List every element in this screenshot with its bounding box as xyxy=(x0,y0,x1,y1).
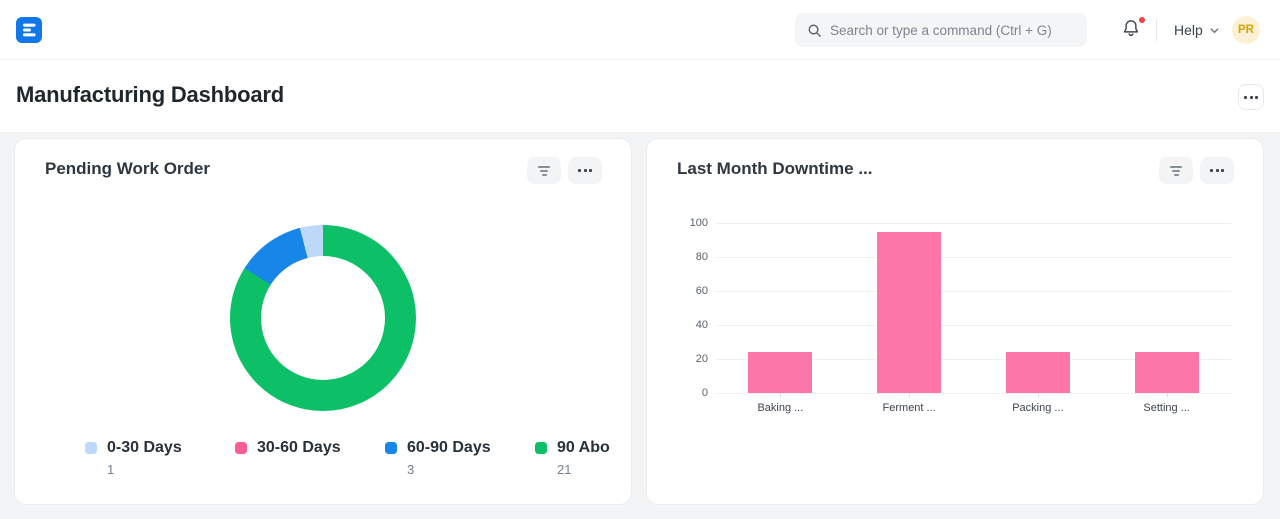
legend-item: 90 Abo 21 xyxy=(535,439,631,477)
help-label: Help xyxy=(1174,22,1203,38)
y-axis-tick-label: 0 xyxy=(662,387,708,399)
x-axis-tick xyxy=(1167,393,1168,397)
legend-label: 30-60 Days xyxy=(257,439,341,457)
chart-filter-button[interactable] xyxy=(1159,157,1193,184)
legend-swatch xyxy=(385,442,397,454)
x-axis-tick-label: Packing ... xyxy=(974,402,1103,414)
notification-dot xyxy=(1139,17,1145,23)
x-axis-tick xyxy=(780,393,781,397)
page-header: Manufacturing Dashboard xyxy=(0,60,1280,132)
ellipsis-icon xyxy=(1210,169,1213,172)
bar[interactable] xyxy=(1006,352,1070,393)
downtime-plot: 020406080100Baking ...Ferment ...Packing… xyxy=(716,223,1231,393)
card-actions xyxy=(527,157,602,184)
bar-column: Baking ... xyxy=(716,223,845,393)
y-axis-tick-label: 80 xyxy=(662,251,708,263)
legend-value xyxy=(257,462,385,477)
legend-value: 1 xyxy=(107,462,235,477)
chart-menu-button[interactable] xyxy=(1200,157,1234,184)
dashboard-content: Pending Work Order 0-30 Days 1 30- xyxy=(0,132,1280,519)
y-axis-tick-label: 20 xyxy=(662,353,708,365)
donut-legend: 0-30 Days 1 30-60 Days 60-90 Days 3 xyxy=(85,439,631,477)
legend-item: 60-90 Days 3 xyxy=(385,439,535,477)
bar[interactable] xyxy=(1135,352,1199,393)
legend-item: 0-30 Days 1 xyxy=(85,439,235,477)
x-axis-tick xyxy=(909,393,910,397)
filter-icon xyxy=(1170,166,1182,168)
page-title: Manufacturing Dashboard xyxy=(16,82,284,108)
legend-swatch xyxy=(235,442,247,454)
page-menu-button[interactable] xyxy=(1238,84,1264,110)
x-axis-tick-label: Ferment ... xyxy=(845,402,974,414)
ellipsis-icon xyxy=(1244,96,1247,99)
chart-filter-button[interactable] xyxy=(527,157,561,184)
card-title: Pending Work Order xyxy=(45,159,210,179)
y-axis-tick-label: 40 xyxy=(662,319,708,331)
y-axis-tick-label: 60 xyxy=(662,285,708,297)
legend-value: 3 xyxy=(407,462,535,477)
legend-item: 30-60 Days xyxy=(235,439,385,477)
global-search[interactable] xyxy=(795,13,1087,47)
erpnext-logo-icon xyxy=(16,17,42,43)
y-axis-tick-label: 100 xyxy=(662,217,708,229)
x-axis-tick-label: Baking ... xyxy=(716,402,845,414)
help-menu[interactable]: Help xyxy=(1174,20,1220,40)
x-axis-tick xyxy=(1038,393,1039,397)
app-logo[interactable] xyxy=(16,17,42,43)
ellipsis-icon xyxy=(578,169,581,172)
legend-value: 21 xyxy=(557,462,631,477)
x-axis-tick-label: Setting ... xyxy=(1102,402,1231,414)
bar-column: Setting ... xyxy=(1102,223,1231,393)
card-last-month-downtime: Last Month Downtime ... 020406080100Baki… xyxy=(646,138,1264,505)
search-input[interactable] xyxy=(830,23,1075,38)
pending-work-order-donut[interactable] xyxy=(230,225,416,411)
avatar-initials: PR xyxy=(1238,24,1254,36)
bar[interactable] xyxy=(748,352,812,393)
card-pending-work-order: Pending Work Order 0-30 Days 1 30- xyxy=(14,138,632,505)
bar[interactable] xyxy=(877,232,941,394)
legend-swatch xyxy=(535,442,547,454)
legend-swatch xyxy=(85,442,97,454)
legend-label: 0-30 Days xyxy=(107,439,182,457)
legend-label: 60-90 Days xyxy=(407,439,491,457)
chevron-down-icon xyxy=(1209,25,1220,36)
notifications-button[interactable] xyxy=(1120,17,1146,43)
navbar-divider xyxy=(1156,19,1157,41)
chart-menu-button[interactable] xyxy=(568,157,602,184)
card-title: Last Month Downtime ... xyxy=(677,159,873,179)
bar-column: Packing ... xyxy=(974,223,1103,393)
bar-column: Ferment ... xyxy=(845,223,974,393)
filter-icon xyxy=(538,166,550,168)
navbar: Help PR xyxy=(0,0,1280,60)
legend-label: 90 Abo xyxy=(557,439,610,457)
card-actions xyxy=(1159,157,1234,184)
user-avatar[interactable]: PR xyxy=(1232,16,1260,44)
search-icon xyxy=(807,23,822,38)
gridline xyxy=(716,393,1231,394)
